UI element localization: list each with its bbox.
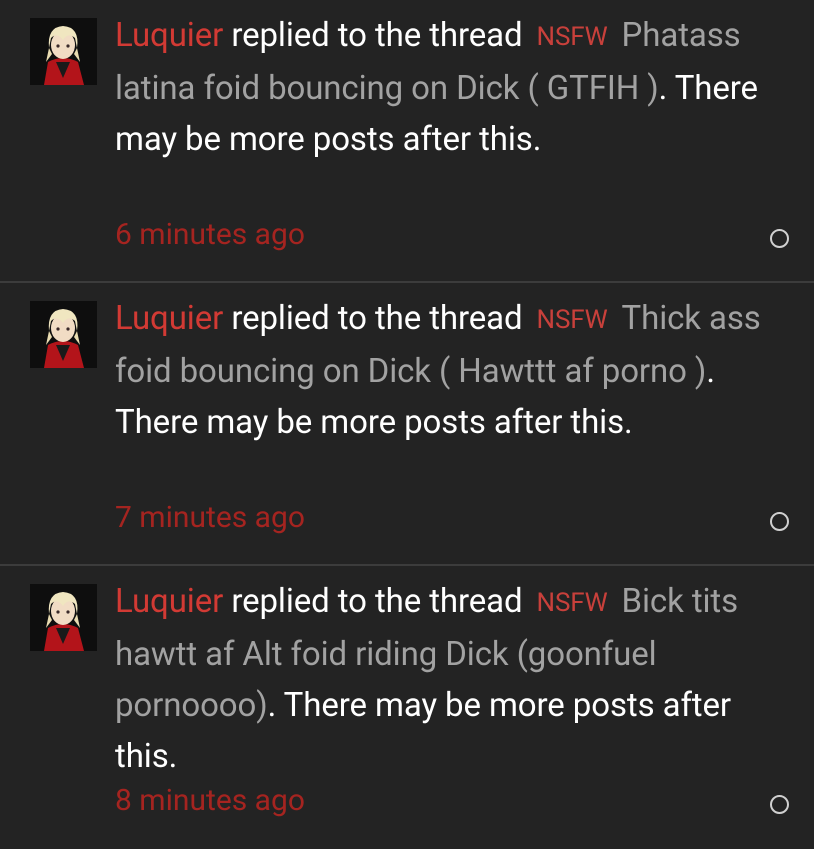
- alert-text: Luquier replied to the thread NSFW Thick a…: [115, 293, 792, 448]
- nsfw-prefix: NSFW: [536, 588, 608, 618]
- username-link[interactable]: Luquier: [115, 582, 223, 621]
- anime-avatar-icon: [30, 18, 97, 85]
- action-text: replied to the thread: [231, 582, 523, 621]
- alert-time: 8 minutes ago: [115, 783, 305, 818]
- anime-avatar-icon: [30, 301, 97, 368]
- alert-time: 7 minutes ago: [115, 500, 305, 535]
- circle-outline-icon[interactable]: [770, 229, 789, 248]
- anime-avatar-icon: [30, 584, 97, 651]
- action-text: replied to the thread: [231, 299, 523, 338]
- alert-item[interactable]: Luquier replied to the thread NSFW Thick a…: [0, 283, 814, 566]
- nsfw-prefix: NSFW: [536, 22, 608, 52]
- circle-outline-icon[interactable]: [770, 795, 789, 814]
- circle-outline-icon[interactable]: [770, 512, 789, 531]
- alert-text: Luquier replied to the thread NSFW Bick ti…: [115, 576, 792, 782]
- username-link[interactable]: Luquier: [115, 16, 223, 55]
- alert-text: Luquier replied to the thread NSFW Phatass…: [115, 10, 792, 165]
- alert-item[interactable]: Luquier replied to the thread NSFW Bick ti…: [0, 566, 814, 849]
- alert-item[interactable]: Luquier replied to the thread NSFW Phatass…: [0, 0, 814, 283]
- user-avatar[interactable]: [30, 301, 97, 368]
- alert-list: Luquier replied to the thread NSFW Phatass…: [0, 0, 814, 849]
- action-text: replied to the thread: [231, 16, 523, 55]
- user-avatar[interactable]: [30, 18, 97, 85]
- user-avatar[interactable]: [30, 584, 97, 651]
- alert-time: 6 minutes ago: [115, 217, 305, 252]
- username-link[interactable]: Luquier: [115, 299, 223, 338]
- nsfw-prefix: NSFW: [536, 305, 608, 335]
